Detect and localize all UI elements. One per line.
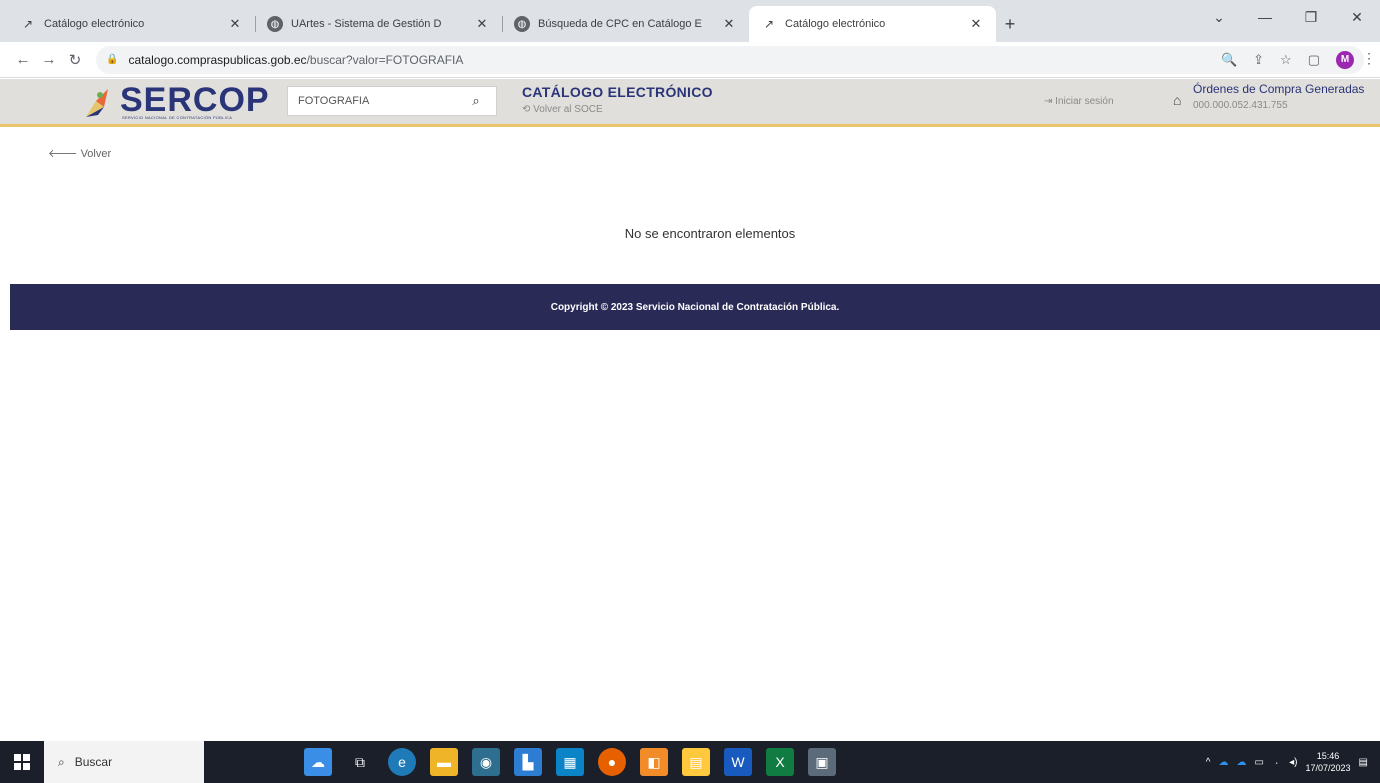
login-label: Iniciar sesión	[1055, 96, 1114, 107]
restore-icon[interactable]: ❐	[1288, 9, 1334, 26]
login-link[interactable]: ⇥ Iniciar sesión	[1044, 96, 1114, 107]
windows-logo-icon	[14, 754, 30, 770]
word-icon[interactable]: W	[724, 748, 752, 776]
store-icon[interactable]: ▦	[556, 748, 584, 776]
browser-tab-strip: ↗ Catálogo electrónico ✕ ◍ UArtes - Sist…	[0, 0, 1380, 42]
url-input[interactable]: 🔒 catalogo.compraspublicas.gob.ec/buscar…	[96, 45, 1364, 74]
side-panel-icon[interactable]: ▢	[1308, 52, 1320, 68]
volver-label: Volver	[80, 148, 112, 160]
tab-title: Búsqueda de CPC en Catálogo E	[538, 18, 702, 30]
close-tab-icon[interactable]: ✕	[474, 16, 490, 32]
volume-icon[interactable]: ◂)	[1289, 757, 1297, 768]
onedrive-icon[interactable]: ☁	[1236, 757, 1246, 768]
bookmark-star-icon[interactable]: ☆	[1280, 52, 1292, 68]
taskbar-apps: ☁ ⧉ e ▬ ◉ ▙ ▦ ● ◧ ▤ W X ▣	[304, 748, 836, 776]
search-input[interactable]	[288, 95, 458, 107]
address-bar: ← → ↻ 🔒 catalogo.compraspublicas.gob.ec /…	[0, 42, 1380, 78]
keyboard-icon[interactable]: ㆍ	[1272, 755, 1281, 770]
browser-tab[interactable]: ◍ UArtes - Sistema de Gestión D ✕	[255, 6, 502, 42]
app-orange-icon[interactable]: ◧	[640, 748, 668, 776]
photos-icon[interactable]: ▣	[808, 748, 836, 776]
network-icon[interactable]: ▭	[1254, 757, 1263, 768]
profile-avatar[interactable]: M	[1336, 50, 1354, 69]
app-icon[interactable]: ▙	[514, 748, 542, 776]
edge-icon[interactable]: e	[388, 748, 416, 776]
browser-tab[interactable]: ◍ Búsqueda de CPC en Catálogo E ✕	[502, 6, 749, 42]
volver-link[interactable]: 🡐 Volver	[48, 146, 111, 160]
zoom-icon[interactable]: 🔍	[1221, 52, 1237, 68]
forward-arrow-icon[interactable]: →	[36, 51, 62, 68]
chrome-icon[interactable]: ◉	[472, 748, 500, 776]
catalog-title: CATÁLOGO ELECTRÓNICO	[522, 84, 713, 100]
firefox-icon[interactable]: ●	[598, 748, 626, 776]
new-tab-button[interactable]: +	[996, 6, 1024, 42]
close-tab-icon[interactable]: ✕	[968, 16, 984, 32]
orders-title: Órdenes de Compra Generadas	[1193, 82, 1365, 96]
notification-icon[interactable]: ▤	[1359, 757, 1368, 768]
close-window-icon[interactable]: ✕	[1334, 9, 1380, 26]
sercop-logo-icon[interactable]	[82, 87, 112, 119]
search-icon[interactable]: ⌕	[458, 93, 494, 109]
window-controls: ⌄ — ❐ ✕	[1196, 0, 1380, 34]
browser-tab-active[interactable]: ↗ Catálogo electrónico ✕	[749, 6, 996, 42]
clock[interactable]: 15:46 17/07/2023	[1306, 750, 1351, 774]
home-icon[interactable]: ⌂	[1173, 92, 1181, 108]
empty-results-message: No se encontraron elementos	[624, 226, 796, 241]
tab-title: UArtes - Sistema de Gestión D	[291, 18, 442, 30]
notes-icon[interactable]: ▤	[682, 748, 710, 776]
url-path: /buscar?valor=FOTOGRAFIA	[306, 52, 464, 67]
search-icon: ⌕	[58, 754, 65, 769]
browser-tab[interactable]: ↗ Catálogo electrónico ✕	[8, 6, 255, 42]
start-button[interactable]	[0, 741, 44, 783]
back-arrow-icon[interactable]: ←	[10, 51, 36, 68]
logo-text[interactable]: SERCOP	[120, 81, 270, 119]
chevron-up-icon[interactable]: ^	[1206, 757, 1211, 768]
file-explorer-icon[interactable]: ▬	[430, 748, 458, 776]
clock-date: 17/07/2023	[1305, 763, 1351, 773]
share-icon[interactable]: ⇪	[1253, 52, 1264, 68]
clock-time: 15:46	[1316, 751, 1340, 761]
taskbar-search-label: Buscar	[74, 755, 113, 769]
tab-title: Catálogo electrónico	[44, 18, 145, 30]
sercop-favicon-icon: ↗	[763, 17, 775, 31]
orders-amount: 000.000.052.431.755	[1193, 100, 1288, 111]
close-tab-icon[interactable]: ✕	[721, 16, 737, 32]
taskbar: ⌕ Buscar ☁ ⧉ e ▬ ◉ ▙ ▦ ● ◧ ▤ W X ▣ ^ ☁ ☁…	[0, 741, 1380, 783]
site-header: SERCOP SERVICIO NACIONAL DE CONTRATACIÓN…	[0, 79, 1380, 127]
logo-subtitle: SERVICIO NACIONAL DE CONTRATACIÓN PÚBLIC…	[122, 115, 233, 120]
site-footer: Copyright © 2023 Servicio Nacional de Co…	[10, 284, 1380, 330]
catalog-search: ⌕	[287, 86, 497, 116]
tab-title: Catálogo electrónico	[785, 18, 886, 30]
minimize-icon[interactable]: —	[1242, 9, 1288, 25]
taskbar-search[interactable]: ⌕ Buscar	[44, 741, 204, 783]
widgets-icon[interactable]: ☁	[304, 748, 332, 776]
menu-kebab-icon[interactable]: ⋮	[1362, 50, 1376, 67]
globe-icon: ◍	[267, 16, 283, 32]
back-to-soce-label: Volver al SOCE	[533, 104, 603, 115]
lock-icon[interactable]: 🔒	[106, 54, 118, 65]
omnibox-actions: 🔍 ⇪ ☆ ▢ M	[1221, 50, 1354, 69]
back-to-soce-link[interactable]: ⟲ Volver al SOCE	[522, 104, 603, 115]
globe-icon: ◍	[514, 16, 530, 32]
onedrive-icon[interactable]: ☁	[1218, 757, 1228, 768]
copyright-text: Copyright © 2023 Servicio Nacional de Co…	[550, 301, 840, 313]
close-tab-icon[interactable]: ✕	[227, 16, 243, 32]
system-tray: ^ ☁ ☁ ▭ ㆍ ◂) 15:46 17/07/2023 ▤	[1206, 750, 1380, 774]
task-view-icon[interactable]: ⧉	[346, 748, 374, 776]
reload-icon[interactable]: ↻	[62, 51, 88, 69]
tab-search-icon[interactable]: ⌄	[1196, 9, 1242, 26]
excel-icon[interactable]: X	[766, 748, 794, 776]
url-host: catalogo.compraspublicas.gob.ec	[128, 52, 307, 67]
sercop-favicon-icon: ↗	[22, 17, 34, 31]
